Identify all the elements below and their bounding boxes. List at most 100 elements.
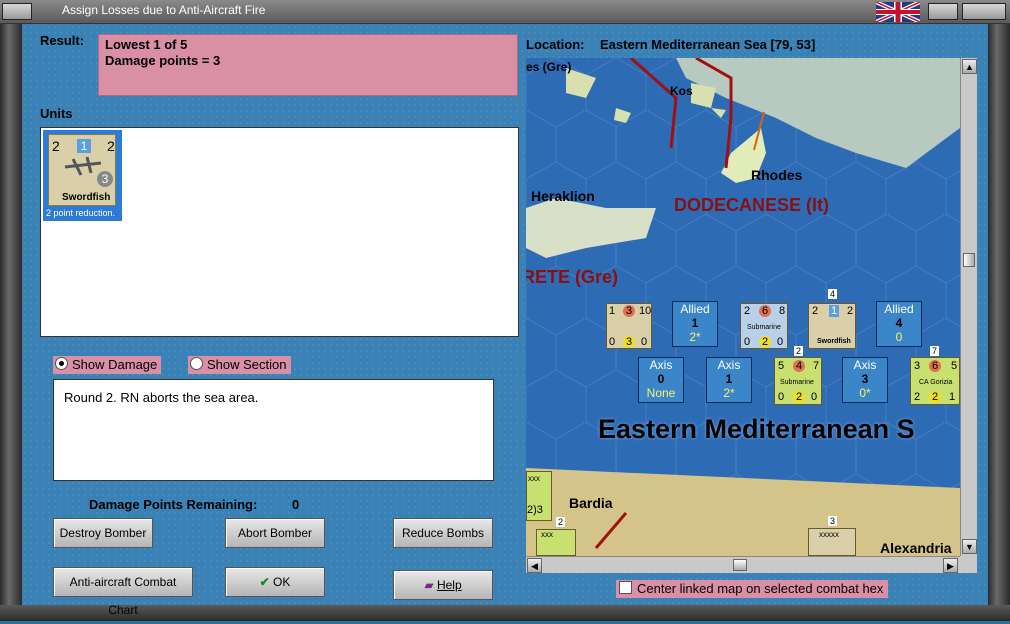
- allied-summary-2: Allied 4 0: [876, 301, 922, 347]
- combat-log-text: Round 2. RN aborts the sea area.: [64, 390, 259, 405]
- book-icon: ▰: [424, 578, 434, 592]
- counter-value: 2: [812, 305, 819, 317]
- abort-bomber-button[interactable]: Abort Bomber: [225, 518, 325, 548]
- counter-value: 6: [759, 305, 771, 317]
- allied-naval-counter[interactable]: 1 3 10 0 3 0: [606, 303, 652, 349]
- unit-note: 2 point reduction.: [46, 208, 116, 218]
- counter-value: 5: [951, 360, 958, 372]
- map-label-gre-top: es (Gre): [526, 60, 572, 74]
- axis-land-counter[interactable]: xxx 2)3: [526, 471, 552, 521]
- map-label-kos: Kos: [670, 84, 693, 98]
- scroll-corner: [960, 556, 977, 573]
- summary-title: Axis: [853, 358, 877, 372]
- counter-value: 2: [793, 391, 805, 403]
- counter-value: 2: [759, 336, 771, 348]
- counter-value: 10: [639, 305, 652, 317]
- summary-sub: 2*: [723, 386, 735, 400]
- counter-value: 2)3: [527, 504, 543, 516]
- reduce-bombs-button[interactable]: Reduce Bombs: [393, 518, 493, 548]
- summary-title: Allied: [884, 302, 914, 316]
- biplane-icon: [64, 156, 102, 176]
- map-label-rhodes: Rhodes: [751, 167, 803, 183]
- counter-size: xxxxx: [819, 530, 839, 539]
- counter-value: 0: [811, 391, 818, 403]
- map-label-bardia: Bardia: [569, 495, 613, 511]
- summary-num: 3: [861, 372, 869, 386]
- counter-value: 8: [779, 305, 786, 317]
- counter-size: xxx: [541, 530, 553, 539]
- center-linked-map-checkbox[interactable]: Center linked map on selected combat hex: [616, 580, 889, 598]
- result-box: Lowest 1 of 5 Damage points = 3: [98, 34, 518, 96]
- counter-value: 2: [847, 305, 854, 317]
- stack-badge: 2: [794, 346, 804, 356]
- center-linked-map-label: Center linked map on selected combat hex: [637, 581, 884, 596]
- counter-value: 4: [793, 360, 805, 372]
- axis-submarine-counter[interactable]: 5 4 7 Submarine 0 2 0: [774, 357, 822, 405]
- vertical-scroll-thumb[interactable]: [963, 253, 975, 267]
- damage-remaining-label: Damage Points Remaining:: [89, 497, 258, 512]
- scroll-up-button[interactable]: ▲: [962, 59, 977, 74]
- counter-value: 0: [777, 336, 784, 348]
- counter-value: 5: [778, 360, 785, 372]
- unit-counter: 2 1 2 3 Swordfish: [48, 134, 116, 206]
- counter-value: 0: [609, 336, 616, 348]
- horizontal-scroll-thumb[interactable]: [733, 559, 747, 571]
- unit-attack: 2: [52, 138, 60, 154]
- unit-range: 1: [77, 139, 91, 153]
- scroll-down-button[interactable]: ▼: [962, 539, 977, 554]
- allied-submarine-counter[interactable]: 2 6 8 Submarine 0 2 0: [740, 303, 788, 349]
- ok-label: OK: [273, 575, 291, 589]
- frame-right: [988, 24, 1010, 621]
- map-label-alexandria: Alexandria: [880, 540, 952, 556]
- counter-value: 1: [829, 305, 839, 317]
- counter-value: 1: [949, 391, 956, 403]
- result-line-2: Damage points = 3: [105, 53, 221, 68]
- counter-value: 2: [744, 305, 751, 317]
- window-title: Assign Losses due to Anti-Aircraft Fire: [62, 3, 266, 17]
- help-button[interactable]: ▰ Help: [393, 570, 493, 600]
- map-label-dodecanese: DODECANESE (It): [674, 195, 830, 215]
- axis-infantry-counter[interactable]: xxx: [536, 529, 576, 556]
- destroy-bomber-button[interactable]: Destroy Bomber: [53, 518, 153, 548]
- minimize-button[interactable]: [928, 3, 958, 20]
- show-section-radio[interactable]: Show Section: [188, 356, 291, 374]
- result-line-1: Lowest 1 of 5: [105, 37, 188, 52]
- scroll-right-button[interactable]: ▶: [943, 558, 958, 573]
- aa-combat-chart-button[interactable]: Anti-aircraft Combat Chart: [53, 567, 193, 617]
- show-section-label: Show Section: [207, 357, 287, 372]
- summary-num: 1: [691, 316, 699, 330]
- units-label: Units: [40, 106, 73, 121]
- map-horizontal-scrollbar[interactable]: ◀ ▶: [526, 556, 960, 573]
- map-view[interactable]: es (Gre) Kos Rhodes Heraklion DODECANESE…: [526, 58, 960, 556]
- summary-num: 0: [657, 372, 665, 386]
- radio-dot: [55, 357, 68, 370]
- axis-summary-3: Axis 3 0*: [842, 357, 888, 403]
- counter-value: 7: [813, 360, 820, 372]
- map-label-crete: RETE (Gre): [526, 267, 619, 287]
- frame-bottom: [0, 605, 1010, 621]
- allied-swordfish-counter[interactable]: 2 1 2 Swordfish: [808, 303, 856, 349]
- allied-land-counter[interactable]: xxxxx: [808, 528, 856, 556]
- axis-cruiser-counter[interactable]: 3 6 5 CA Gorizia 2 2 1: [910, 357, 960, 405]
- counter-value: 0: [744, 336, 751, 348]
- summary-num: 4: [895, 316, 903, 330]
- show-damage-radio[interactable]: Show Damage: [53, 356, 162, 374]
- summary-sub: None: [646, 386, 676, 400]
- uk-flag-icon: [875, 0, 921, 24]
- unit-defense: 2: [107, 138, 115, 154]
- close-button[interactable]: [962, 3, 1006, 20]
- help-label: Help: [436, 578, 462, 592]
- stack-badge: 3: [828, 516, 838, 526]
- counter-value: 3: [623, 336, 635, 348]
- combat-log: Round 2. RN aborts the sea area.: [53, 379, 494, 481]
- map-vertical-scrollbar[interactable]: ▲ ▼: [960, 58, 977, 556]
- stack-badge: 4: [828, 289, 838, 299]
- unit-name: Swordfish: [62, 192, 111, 203]
- summary-sub: 0: [895, 330, 903, 344]
- show-damage-label: Show Damage: [72, 357, 158, 372]
- system-menu-button[interactable]: [2, 3, 32, 20]
- unit-move: 3: [97, 171, 113, 187]
- checkmark-icon: ✔: [259, 575, 270, 589]
- scroll-left-button[interactable]: ◀: [527, 558, 542, 573]
- ok-button[interactable]: ✔ OK: [225, 567, 325, 597]
